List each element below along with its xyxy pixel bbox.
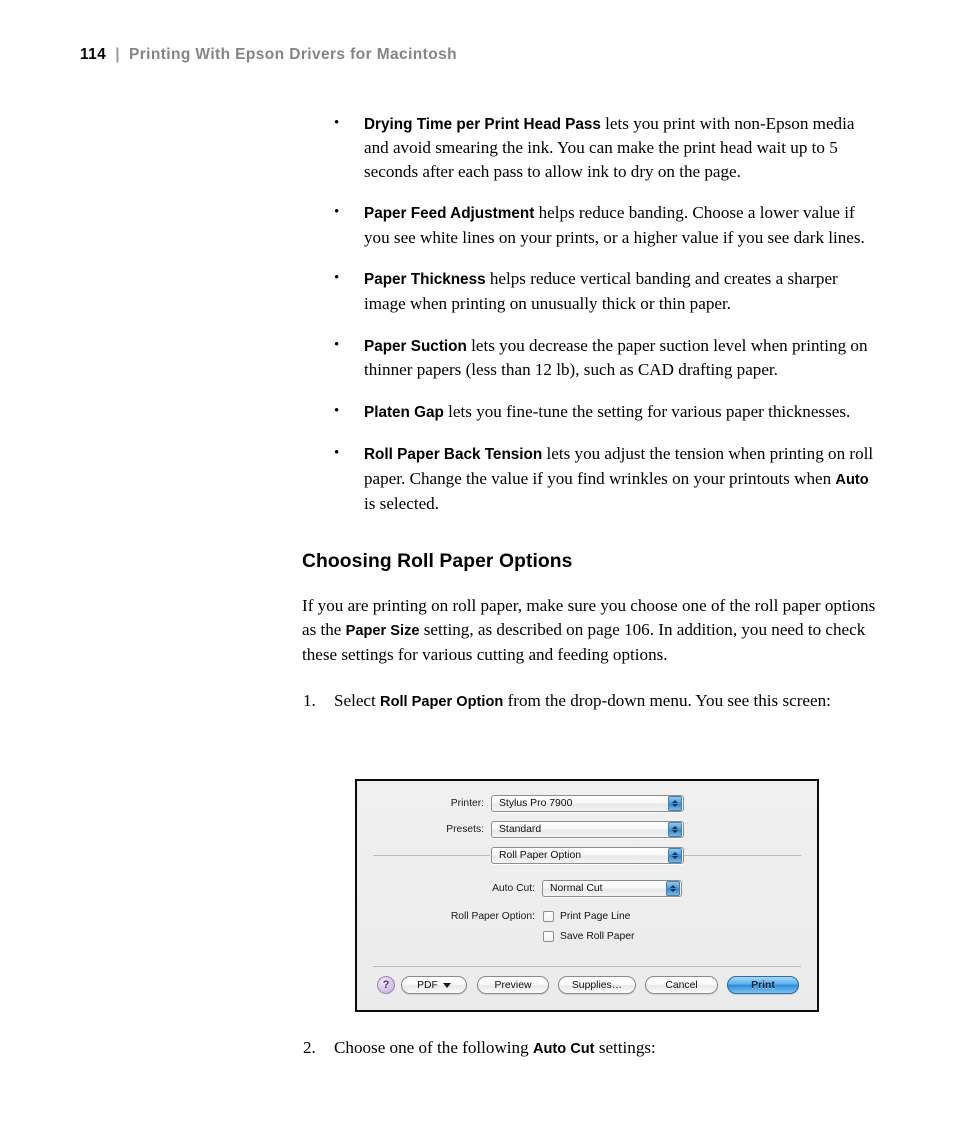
running-head-title: Printing With Epson Drivers for Macintos… [128, 46, 457, 63]
print-pane-select-value: Roll Paper Option [499, 850, 582, 861]
bullet-term: Roll Paper Back Tension [364, 446, 543, 464]
dialog-button-bar: ? PDF Preview Supplies… Cancel Print [357, 966, 817, 1010]
page-content: • Drying Time per Print Head Pass lets yo… [302, 112, 882, 721]
pane-divider-right [684, 855, 801, 856]
help-button[interactable]: ? [377, 976, 395, 994]
bullet-term: Drying Time per Print Head Pass [364, 116, 601, 133]
pdf-button[interactable]: PDF [401, 976, 467, 994]
page-number: 114 [80, 46, 107, 63]
roll-paper-option-label: Roll Paper Option: [450, 911, 535, 922]
checkbox-box-icon [543, 931, 554, 942]
presets-select[interactable]: Standard [491, 821, 684, 838]
printer-select[interactable]: Stylus Pro 7900 [491, 795, 684, 812]
list-item: • Platen Gap lets you fine-tune the setti… [302, 400, 882, 424]
print-page-line-label: Print Page Line [560, 911, 631, 922]
save-roll-paper-label: Save Roll Paper [560, 931, 635, 942]
section-heading: Choosing Roll Paper Options [302, 551, 573, 573]
preview-button[interactable]: Preview [477, 976, 549, 994]
pane-divider-left [373, 855, 490, 856]
bullet-dot: • [334, 336, 340, 353]
chevron-updown-icon [668, 796, 682, 811]
intro-inline-term: Paper Size [345, 622, 420, 639]
auto-cut-label: Auto Cut: [492, 883, 535, 894]
page-header: 114 | Printing With Epson Drivers for Ma… [80, 46, 457, 64]
print-pane-select[interactable]: Roll Paper Option [491, 847, 684, 864]
header-separator: | [115, 46, 120, 63]
bullet-term: Platen Gap [364, 403, 444, 421]
print-dialog: Printer: Stylus Pro 7900 Presets: Standa… [357, 781, 817, 1010]
auto-cut-select-value: Normal Cut [550, 883, 603, 894]
section-intro-paragraph: If you are printing on roll paper, make … [302, 594, 882, 666]
auto-cut-select[interactable]: Normal Cut [542, 880, 682, 897]
bullet-dot: • [334, 445, 340, 462]
cancel-button[interactable]: Cancel [645, 976, 718, 994]
bullet-dot: • [334, 115, 340, 131]
step-text-before: Choose one of the following [334, 1038, 533, 1057]
chevron-updown-icon [668, 822, 682, 837]
bullet-text-after: is selected. [364, 494, 439, 514]
bullet-term: Paper Suction [364, 337, 467, 355]
bullet-term: Paper Feed Adjustment [364, 205, 535, 223]
presets-row: Presets: Standard [357, 821, 817, 838]
chevron-down-icon [442, 982, 451, 988]
print-button[interactable]: Print [727, 976, 799, 994]
checkbox-box-icon [543, 911, 554, 922]
bullet-text: lets you fine-tune the setting for vario… [443, 401, 851, 421]
print-dialog-figure: Printer: Stylus Pro 7900 Presets: Standa… [355, 779, 819, 1012]
bullet-dot: • [334, 270, 340, 287]
step-text-after: from the drop-down menu. You see this sc… [503, 691, 831, 711]
list-item: • Roll Paper Back Tension lets you adjust… [302, 442, 882, 515]
printer-label: Printer: [450, 798, 484, 809]
list-item: • Drying Time per Print Head Pass lets yo… [302, 112, 882, 183]
printer-row: Printer: Stylus Pro 7900 [357, 795, 817, 812]
presets-label: Presets: [446, 824, 484, 835]
chevron-updown-icon [668, 848, 682, 863]
printer-select-value: Stylus Pro 7900 [499, 798, 573, 809]
step-2-container: 2. Choose one of the following Auto Cut s… [302, 1036, 882, 1067]
step-text-before: Select [334, 691, 381, 711]
bullet-dot: • [334, 204, 340, 221]
presets-select-value: Standard [499, 824, 542, 835]
bullet-term: Paper Thickness [364, 271, 486, 289]
step-number: 1. [303, 691, 316, 711]
feature-bullet-list: • Drying Time per Print Head Pass lets yo… [302, 112, 882, 515]
roll-paper-option-row: Roll Paper Option: Print Page Line [357, 911, 817, 922]
print-page-line-checkbox[interactable]: Print Page Line [543, 911, 630, 922]
save-roll-paper-checkbox[interactable]: Save Roll Paper [543, 931, 634, 942]
list-item: • Paper Thickness helps reduce vertical b… [302, 267, 882, 315]
supplies-button[interactable]: Supplies… [558, 976, 636, 994]
pdf-button-label: PDF [417, 979, 438, 991]
bullet-dot: • [334, 402, 340, 419]
step-1: 1. Select Roll Paper Option from the drop… [302, 689, 882, 714]
list-item: • Paper Feed Adjustment helps reduce band… [302, 201, 882, 249]
step-number: 2. [303, 1038, 316, 1057]
chevron-updown-icon [666, 881, 680, 896]
bullet-inline-term: Auto [835, 471, 869, 488]
list-item: • Paper Suction lets you decrease the pap… [302, 334, 882, 382]
step-2: 2. Choose one of the following Auto Cut s… [302, 1036, 882, 1061]
step-inline-term: Roll Paper Option [380, 694, 504, 711]
step-inline-term: Auto Cut [532, 1041, 595, 1057]
step-text-after: settings: [594, 1038, 656, 1057]
auto-cut-row: Auto Cut: Normal Cut [357, 880, 817, 897]
